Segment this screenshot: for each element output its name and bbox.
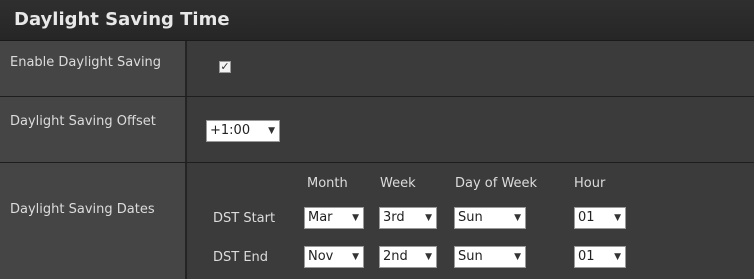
dst-end-month-value: Nov — [308, 249, 334, 264]
dst-offset-label: Daylight Saving Offset — [0, 97, 187, 162]
chevron-down-icon: ▼ — [425, 252, 432, 262]
dst-start-week-value: 3rd — [383, 210, 405, 225]
dst-end-hour-value: 01 — [578, 249, 595, 264]
enable-dst-checkbox[interactable]: ✓ — [219, 61, 231, 73]
column-header-month: Month — [307, 176, 348, 191]
enable-dst-label: Enable Daylight Saving — [0, 41, 187, 96]
chevron-down-icon: ▼ — [514, 252, 521, 262]
chevron-down-icon: ▼ — [268, 126, 275, 136]
dst-start-hour-value: 01 — [578, 210, 595, 225]
dst-start-month-value: Mar — [308, 210, 333, 225]
dst-offset-value-cell: +1:00 ▼ — [189, 97, 754, 162]
enable-dst-row: Enable Daylight Saving ✓ — [0, 41, 754, 97]
dst-offset-row: Daylight Saving Offset +1:00 ▼ — [0, 97, 754, 163]
dst-end-day-select[interactable]: Sun ▼ — [454, 246, 526, 268]
chevron-down-icon: ▼ — [614, 213, 621, 223]
chevron-down-icon: ▼ — [425, 213, 432, 223]
daylight-saving-panel: Daylight Saving Time Enable Daylight Sav… — [0, 0, 754, 279]
dst-start-hour-select[interactable]: 01 ▼ — [574, 207, 626, 229]
dst-end-label: DST End — [213, 250, 269, 265]
dst-end-day-value: Sun — [458, 249, 483, 264]
column-header-day-of-week: Day of Week — [455, 176, 538, 191]
enable-dst-value-cell: ✓ — [189, 41, 754, 96]
dst-dates-label: Daylight Saving Dates — [0, 163, 187, 279]
dst-end-week-value: 2nd — [383, 249, 408, 264]
chevron-down-icon: ▼ — [352, 213, 359, 223]
section-title: Daylight Saving Time — [0, 0, 754, 41]
chevron-down-icon: ▼ — [514, 213, 521, 223]
chevron-down-icon: ▼ — [614, 252, 621, 262]
dst-end-hour-select[interactable]: 01 ▼ — [574, 246, 626, 268]
dst-end-week-select[interactable]: 2nd ▼ — [379, 246, 437, 268]
dst-start-day-select[interactable]: Sun ▼ — [454, 207, 526, 229]
dst-offset-select[interactable]: +1:00 ▼ — [206, 120, 280, 142]
dst-start-day-value: Sun — [458, 210, 483, 225]
chevron-down-icon: ▼ — [352, 252, 359, 262]
dst-dates-value-cell: Month Week Day of Week Hour DST Start Ma… — [189, 163, 754, 279]
dst-start-label: DST Start — [213, 211, 276, 226]
dst-start-week-select[interactable]: 3rd ▼ — [379, 207, 437, 229]
dst-start-month-select[interactable]: Mar ▼ — [304, 207, 364, 229]
column-header-week: Week — [380, 176, 416, 191]
column-header-hour: Hour — [574, 176, 606, 191]
dst-offset-select-value: +1:00 — [210, 123, 251, 138]
dst-dates-row: Daylight Saving Dates Month Week Day of … — [0, 163, 754, 279]
dst-end-month-select[interactable]: Nov ▼ — [304, 246, 364, 268]
